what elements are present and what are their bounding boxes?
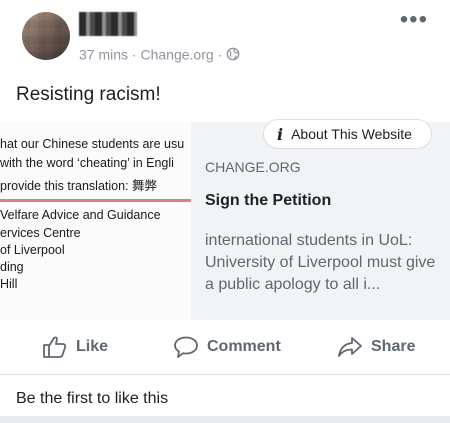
post-text: Resisting racism! bbox=[16, 84, 161, 105]
image-text-line: hat our Chinese students are usu bbox=[0, 137, 185, 151]
share-label: Share bbox=[371, 338, 416, 355]
post-source[interactable]: Change.org bbox=[140, 46, 213, 62]
link-domain: CHANGE.ORG bbox=[205, 159, 301, 175]
post-meta: 37 mins · Change.org · bbox=[79, 45, 240, 62]
more-options-icon[interactable]: ••• bbox=[400, 8, 428, 32]
link-description: international students in UoL: Universit… bbox=[205, 232, 436, 293]
link-title[interactable]: Sign the Petition bbox=[205, 192, 331, 210]
globe-icon[interactable] bbox=[226, 47, 240, 61]
profile-avatar[interactable] bbox=[22, 12, 70, 60]
meta-separator-2: · bbox=[217, 46, 223, 63]
share-arrow-icon bbox=[338, 337, 362, 357]
likes-summary: Be the first to like this bbox=[16, 390, 169, 407]
share-button[interactable]: Share bbox=[337, 328, 415, 366]
link-preview-card[interactable]: hat our Chinese students are usu with th… bbox=[0, 122, 450, 320]
image-text-line: provide this translation: 舞弊 bbox=[0, 179, 158, 193]
image-text-line: Velfare Advice and Guidance bbox=[0, 208, 161, 222]
thumbs-up-icon bbox=[43, 336, 67, 358]
image-red-rule bbox=[0, 199, 191, 202]
comment-label: Comment bbox=[207, 338, 281, 355]
image-text-line: Hill bbox=[0, 277, 18, 291]
post-actions-bar: Like Comment Share bbox=[0, 328, 450, 366]
info-icon: i bbox=[277, 124, 284, 144]
image-text-line: ervices Centre bbox=[0, 226, 81, 240]
image-text-line: of Liverpool bbox=[0, 243, 65, 257]
image-text-line: ding bbox=[0, 260, 24, 274]
image-text-line: with the word ‘cheating’ in Engli bbox=[0, 156, 174, 170]
divider bbox=[0, 374, 450, 375]
meta-separator: · bbox=[131, 46, 137, 63]
link-preview-image[interactable]: hat our Chinese students are usu with th… bbox=[0, 122, 191, 320]
about-this-website-button[interactable]: i About This Website bbox=[263, 119, 432, 149]
comment-bubble-icon bbox=[174, 336, 198, 358]
author-name-redacted[interactable] bbox=[79, 12, 137, 36]
like-button[interactable]: Like bbox=[42, 328, 108, 366]
about-button-label: About This Website bbox=[291, 126, 412, 142]
bottom-separator bbox=[0, 416, 450, 423]
comment-button[interactable]: Comment bbox=[173, 328, 281, 366]
post-timestamp[interactable]: 37 mins bbox=[79, 46, 128, 62]
like-label: Like bbox=[76, 338, 109, 355]
